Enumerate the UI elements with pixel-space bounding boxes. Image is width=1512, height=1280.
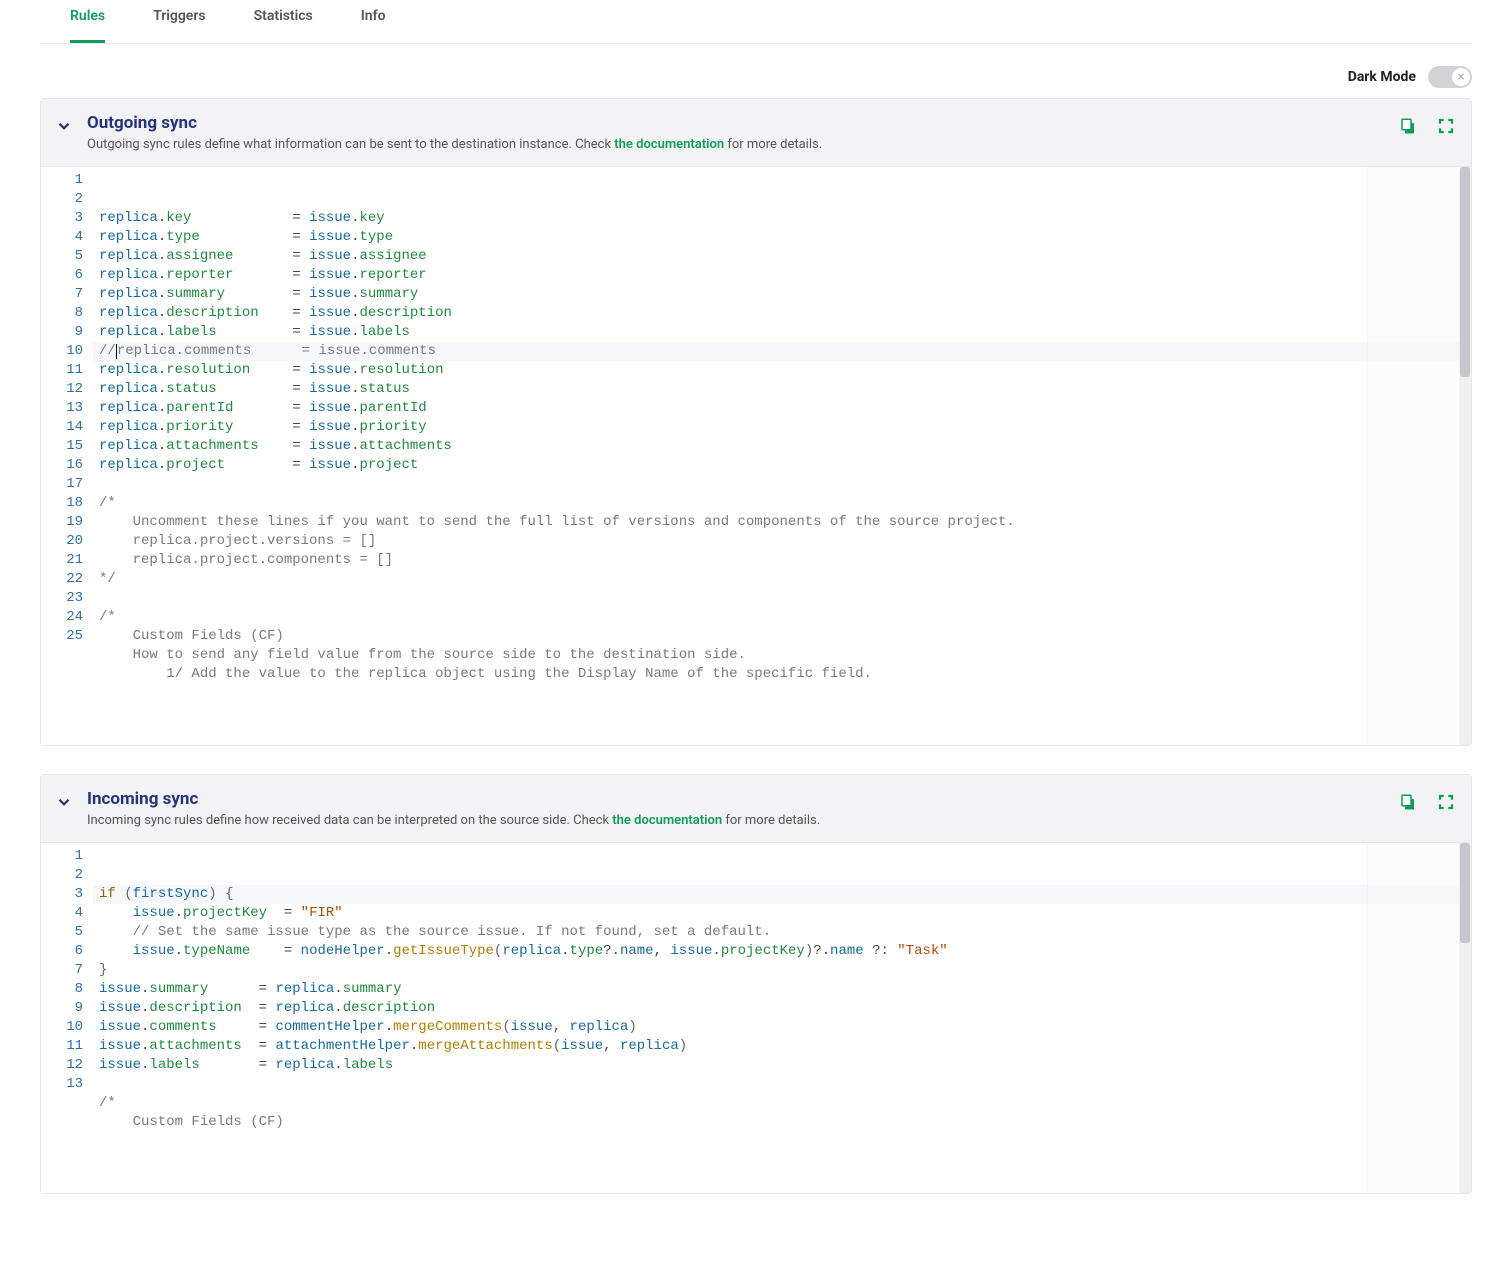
code-line[interactable]: replica.assignee = issue.assignee [93,247,1471,266]
copy-icon[interactable] [1399,117,1417,135]
code-line[interactable]: issue.description = replica.description [93,999,1471,1018]
incoming-doc-link[interactable]: the documentation [612,813,722,828]
code-line[interactable]: 1/ Add the value to the replica object u… [93,665,1471,684]
code-line[interactable]: replica.project.components = [] [93,551,1471,570]
code-line[interactable]: replica.attachments = issue.attachments [93,437,1471,456]
code-line[interactable]: issue.summary = replica.summary [93,980,1471,999]
code-line[interactable]: /* [93,494,1471,513]
fullscreen-icon[interactable] [1437,117,1455,135]
chevron-down-icon[interactable] [55,793,73,811]
minimap[interactable] [1367,167,1457,745]
chevron-down-icon[interactable] [55,117,73,135]
code-line[interactable]: if (firstSync) { [93,885,1471,904]
toggle-knob-icon: ✕ [1452,68,1470,86]
code-line[interactable] [93,1075,1471,1094]
code-line[interactable]: replica.labels = issue.labels [93,323,1471,342]
dark-mode-toggle[interactable]: ✕ [1428,66,1472,88]
fullscreen-icon[interactable] [1437,793,1455,811]
code-line[interactable]: How to send any field value from the sou… [93,646,1471,665]
code-line[interactable]: replica.status = issue.status [93,380,1471,399]
outgoing-description: Outgoing sync rules define what informat… [87,137,1399,152]
tab-bar: Rules Triggers Statistics Info [40,0,1472,44]
code-line[interactable]: issue.comments = commentHelper.mergeComm… [93,1018,1471,1037]
code-line[interactable]: replica.type = issue.type [93,228,1471,247]
code-line[interactable]: replica.resolution = issue.resolution [93,361,1471,380]
code-line[interactable]: replica.priority = issue.priority [93,418,1471,437]
code-line[interactable]: */ [93,570,1471,589]
code-line[interactable]: Custom Fields (CF) [93,627,1471,646]
tab-triggers[interactable]: Triggers [153,0,206,43]
code-line[interactable]: replica.project.versions = [] [93,532,1471,551]
outgoing-title: Outgoing sync [87,113,1399,133]
tab-rules[interactable]: Rules [70,0,105,43]
panel-outgoing: Outgoing sync Outgoing sync rules define… [40,98,1472,746]
code-line[interactable]: replica.parentId = issue.parentId [93,399,1471,418]
code-line[interactable]: Uncomment these lines if you want to sen… [93,513,1471,532]
code-line[interactable]: issue.projectKey = "FIR" [93,904,1471,923]
code-line[interactable]: //replica.comments = issue.comments [93,342,1471,361]
scroll-thumb[interactable] [1460,843,1470,943]
outgoing-editor[interactable]: 1234567891011121314151617181920212223242… [41,167,1471,745]
code-line[interactable]: issue.typeName = nodeHelper.getIssueType… [93,942,1471,961]
outgoing-gutter: 1234567891011121314151617181920212223242… [41,167,93,745]
code-line[interactable] [93,475,1471,494]
code-line[interactable]: replica.description = issue.description [93,304,1471,323]
incoming-title: Incoming sync [87,789,1399,809]
incoming-description: Incoming sync rules define how received … [87,813,1399,828]
tab-info[interactable]: Info [361,0,386,43]
code-line[interactable]: replica.reporter = issue.reporter [93,266,1471,285]
code-line[interactable]: issue.labels = replica.labels [93,1056,1471,1075]
incoming-gutter: 12345678910111213 [41,843,93,1193]
code-line[interactable] [93,589,1471,608]
vertical-scrollbar[interactable] [1459,843,1471,1193]
code-line[interactable]: /* [93,1094,1471,1113]
code-line[interactable]: // Set the same issue type as the source… [93,923,1471,942]
minimap[interactable] [1367,843,1457,1193]
code-line[interactable]: replica.summary = issue.summary [93,285,1471,304]
code-line[interactable]: Custom Fields (CF) [93,1113,1471,1132]
code-line[interactable]: issue.attachments = attachmentHelper.mer… [93,1037,1471,1056]
scroll-thumb[interactable] [1460,167,1470,377]
incoming-editor[interactable]: 12345678910111213 if (firstSync) { issue… [41,843,1471,1193]
code-line[interactable]: replica.project = issue.project [93,456,1471,475]
vertical-scrollbar[interactable] [1459,167,1471,745]
copy-icon[interactable] [1399,793,1417,811]
code-line[interactable]: replica.key = issue.key [93,209,1471,228]
panel-incoming: Incoming sync Incoming sync rules define… [40,774,1472,1194]
code-line[interactable]: } [93,961,1471,980]
tab-statistics[interactable]: Statistics [254,0,313,43]
outgoing-doc-link[interactable]: the documentation [614,137,724,152]
dark-mode-label: Dark Mode [1348,69,1416,85]
code-line[interactable]: /* [93,608,1471,627]
